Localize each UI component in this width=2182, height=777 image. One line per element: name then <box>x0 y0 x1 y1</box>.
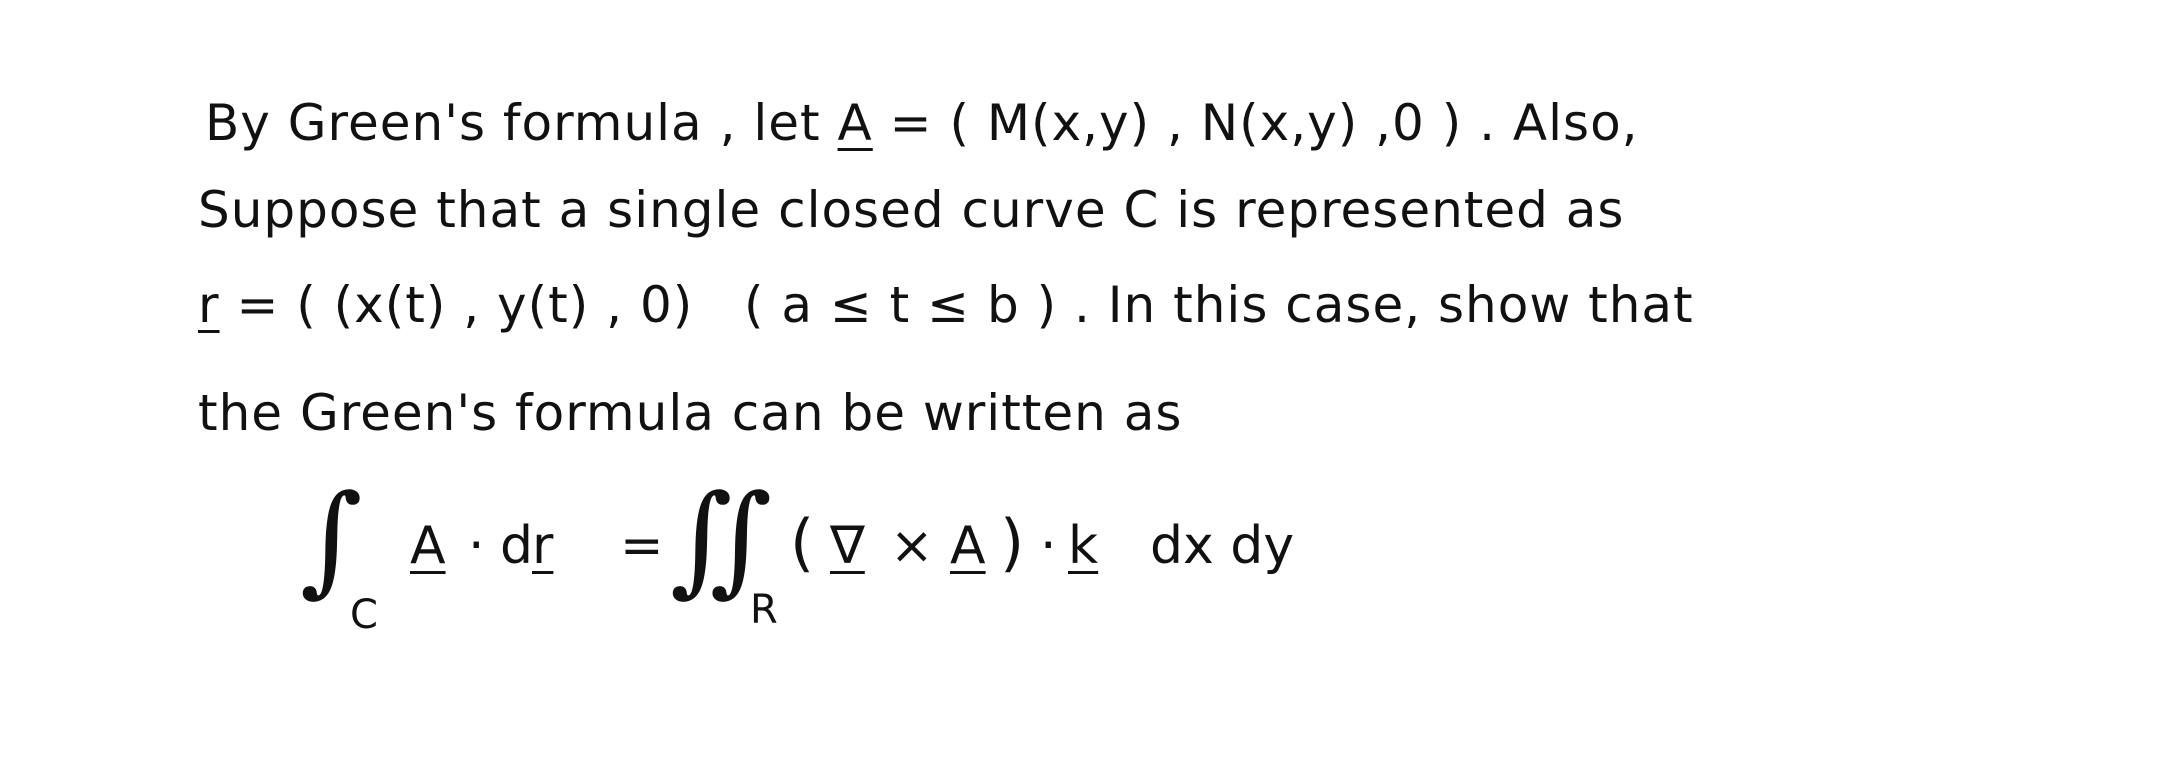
equals-sign: = <box>620 516 664 576</box>
line1-text-b: = ( M(x,y) , N(x,y) ,0 ) . Also, <box>889 94 1639 152</box>
curve-subscript: C <box>350 592 378 638</box>
rhs-vector-A: A <box>950 516 986 576</box>
cross-product: × <box>890 516 934 576</box>
text-line-4: the Green's formula can be written as <box>198 388 1182 438</box>
line3-text-a: = ( (x(t) , y(t) , 0) <box>236 276 694 334</box>
double-integral-sign: ∬ <box>670 470 773 609</box>
text-line-3: r = ( (x(t) , y(t) , 0) ( a ≤ t ≤ b ) . … <box>198 280 1694 330</box>
vector-r-symbol: r <box>198 276 220 334</box>
parameter-range: ( a ≤ t ≤ b ) <box>743 276 1058 334</box>
unit-vector-k: k <box>1068 516 1099 576</box>
line1-text-a: By Green's formula , let <box>205 94 821 152</box>
lhs-vector-r: r <box>532 516 554 576</box>
handwritten-page: By Green's formula , let A = ( M(x,y) , … <box>0 0 2182 777</box>
line3-text-b: . In this case, show that <box>1074 276 1694 334</box>
line-integral-sign: ∫ <box>300 470 363 609</box>
line2-text: Suppose that a single closed curve C is … <box>198 181 1625 239</box>
region-subscript: R <box>750 587 778 633</box>
rhs-open-paren: ( <box>790 506 815 579</box>
area-element: dx dy <box>1150 516 1295 576</box>
text-line-2: Suppose that a single closed curve C is … <box>198 185 1625 235</box>
nabla-operator: ∇ <box>830 516 865 576</box>
vector-A-symbol: A <box>837 94 873 152</box>
rhs-close-paren: ) <box>1000 506 1025 579</box>
text-line-1: By Green's formula , let A = ( M(x,y) , … <box>205 98 1639 148</box>
lhs-dot-product: · <box>468 516 485 576</box>
rhs-dot-product: · <box>1040 516 1057 576</box>
lhs-vector-A: A <box>410 516 446 576</box>
line4-text: the Green's formula can be written as <box>198 384 1183 442</box>
lhs-differential-d: d <box>500 516 534 576</box>
